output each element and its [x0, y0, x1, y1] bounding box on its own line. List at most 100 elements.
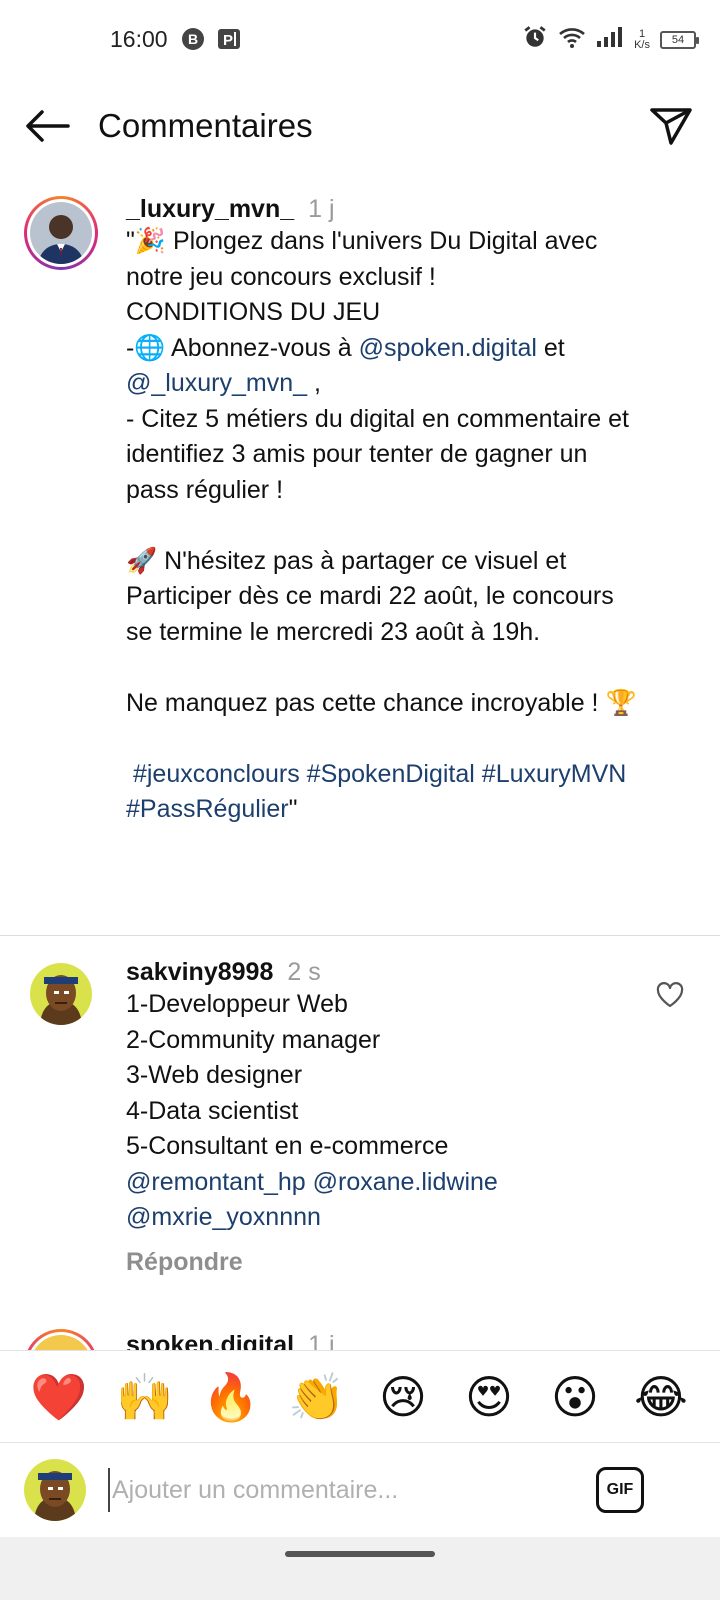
- text-line: - Citez 5 métiers du digital en commenta…: [126, 402, 646, 509]
- text-line: [126, 650, 646, 686]
- arrow-left-icon: [24, 109, 70, 148]
- hashtag-link[interactable]: #jeuxconclours: [133, 760, 300, 788]
- text-line: 🚀 N'hésitez pas à partager ce visuel et …: [126, 544, 646, 651]
- comment-time: 2 s: [287, 958, 321, 986]
- comment-text: 1-Developpeur Web 2-Community manager 3-We…: [126, 987, 646, 1236]
- comment-composer: Ajouter un commentaire... GIF: [0, 1442, 720, 1537]
- avatar[interactable]: [24, 196, 98, 270]
- text-span: 4-Data scientist: [126, 1096, 299, 1125]
- hashtag-link[interactable]: #LuxuryMVN: [482, 760, 627, 788]
- caption-header: _luxury_mvn_ 1 j: [126, 195, 646, 224]
- text-line: #jeuxconclours #SpokenDigital #LuxuryMVN…: [126, 757, 646, 828]
- text-span: [126, 653, 133, 681]
- text-span: 🚀 N'hésitez pas à partager ce visuel et …: [126, 546, 621, 646]
- home-gesture-handle[interactable]: [285, 1551, 435, 1557]
- text-span: ": [288, 795, 298, 823]
- text-line: 3-Web designer: [126, 1058, 646, 1094]
- text-span: [126, 724, 133, 752]
- text-span: 1-Developpeur Web: [126, 990, 348, 1018]
- page-title: Commentaires: [98, 107, 313, 144]
- text-line: 4-Data scientist: [126, 1094, 646, 1130]
- my-avatar: [24, 1459, 86, 1521]
- caption-body: _luxury_mvn_ 1 j "🎉 Plongez dans l'univer…: [126, 195, 646, 828]
- text-span: "🎉 Plongez dans l'univers Du Digital ave…: [126, 227, 605, 291]
- emoji-reaction-button[interactable]: 😂: [629, 1374, 693, 1420]
- comment-header: sakviny8998 2 s: [126, 958, 646, 987]
- comment-username[interactable]: sakviny8998: [126, 958, 273, 986]
- emoji-reaction-button[interactable]: 😢: [371, 1374, 435, 1420]
- text-span: [306, 1168, 313, 1196]
- text-span: [126, 760, 133, 788]
- text-span: et: [536, 333, 572, 362]
- hashtag-link[interactable]: #SpokenDigital: [307, 760, 475, 788]
- text-span: [475, 760, 482, 788]
- caption-username[interactable]: _luxury_mvn_: [126, 195, 294, 223]
- comment-input[interactable]: Ajouter un commentaire...: [108, 1468, 578, 1512]
- text-line: [126, 508, 646, 544]
- system-nav-bar: [0, 1537, 720, 1600]
- text-span: -🌐 Abonnez-vous à: [126, 333, 359, 362]
- text-line: [126, 721, 646, 757]
- emoji-reaction-button[interactable]: 👏: [285, 1374, 349, 1420]
- network-speed: 1 K/s: [634, 27, 650, 51]
- battery-indicator: 54: [660, 30, 699, 49]
- mention-link[interactable]: @spoken.digital: [359, 334, 537, 362]
- text-line: -🌐 Abonnez-vous à @spoken.digital et @_l…: [126, 331, 646, 402]
- text-line: "🎉 Plongez dans l'univers Du Digital ave…: [126, 224, 646, 295]
- status-time: 16:00: [110, 26, 168, 52]
- alarm-icon: [522, 24, 548, 55]
- text-line: 5-Consultant en e-commerce: [126, 1129, 646, 1165]
- emoji-reaction-button[interactable]: 😍: [457, 1374, 521, 1420]
- mention-link[interactable]: @mxrie_yoxnnnn: [126, 1203, 321, 1231]
- next-comment-peek: spoken.digital 1 j: [0, 1328, 720, 1350]
- next-comment-avatar[interactable]: [24, 1329, 98, 1350]
- text-span: Ne manquez pas cette chance incroyable !…: [126, 688, 637, 717]
- text-line: @remontant_hp @roxane.lidwine: [126, 1165, 646, 1201]
- like-button[interactable]: [656, 982, 686, 1012]
- text-line: Ne manquez pas cette chance incroyable !…: [126, 686, 646, 722]
- gif-button[interactable]: GIF: [596, 1467, 644, 1513]
- divider: [0, 935, 720, 936]
- svg-text:B: B: [188, 31, 198, 47]
- emoji-reaction-button[interactable]: 🙌: [113, 1374, 177, 1420]
- text-span: ,: [307, 369, 321, 397]
- text-line: 1-Developpeur Web: [126, 987, 646, 1023]
- b-badge-icon: B: [181, 27, 205, 56]
- text-span: [626, 760, 633, 788]
- text-span: CONDITIONS DU JEU: [126, 298, 381, 326]
- caption-text: "🎉 Plongez dans l'univers Du Digital ave…: [126, 224, 646, 828]
- text-span: [126, 511, 133, 539]
- emoji-reaction-button[interactable]: 🔥: [199, 1374, 263, 1420]
- share-button[interactable]: [646, 103, 696, 153]
- emoji-reaction-button[interactable]: 😮: [543, 1374, 607, 1420]
- status-bar: 16:00 B P 1 K/s 54: [0, 0, 720, 80]
- mention-link[interactable]: @remontant_hp: [126, 1168, 306, 1196]
- comment: sakviny8998 2 s 1-Developpeur Web 2-Commun…: [126, 958, 646, 1277]
- text-span: 2-Community manager: [126, 1025, 381, 1054]
- svg-text:P: P: [223, 32, 233, 49]
- mention-link[interactable]: @roxane.lidwine: [313, 1168, 498, 1196]
- avatar-image: [30, 202, 92, 264]
- back-button[interactable]: [22, 105, 72, 151]
- mention-link[interactable]: @_luxury_mvn_: [126, 369, 307, 397]
- emoji-reaction-button[interactable]: ❤️: [27, 1374, 91, 1420]
- paper-plane-icon: [649, 106, 693, 151]
- hashtag-link[interactable]: #PassRégulier: [126, 795, 289, 823]
- wifi-icon: [558, 25, 586, 54]
- commenter-avatar[interactable]: [30, 963, 92, 1025]
- text-line: CONDITIONS DU JEU: [126, 295, 646, 331]
- caption-time: 1 j: [308, 195, 335, 223]
- heart-outline-icon: [656, 982, 684, 1012]
- signal-icon: [596, 26, 624, 53]
- parking-app-icon: P: [217, 27, 241, 56]
- header: Commentaires: [0, 85, 720, 170]
- next-comment-time: 1 j: [308, 1331, 335, 1350]
- emoji-quick-bar: ❤️ 🙌 🔥 👏 😢 😍 😮 😂: [0, 1350, 720, 1442]
- text-span: - Citez 5 métiers du digital en commenta…: [126, 404, 636, 504]
- reply-button[interactable]: Répondre: [126, 1248, 646, 1277]
- text-span: 3-Web designer: [126, 1061, 303, 1089]
- next-comment-username[interactable]: spoken.digital: [126, 1331, 294, 1350]
- text-line: @mxrie_yoxnnnn: [126, 1200, 646, 1236]
- text-span: 5-Consultant en e-commerce: [126, 1132, 449, 1160]
- text-line: 2-Community manager: [126, 1023, 646, 1059]
